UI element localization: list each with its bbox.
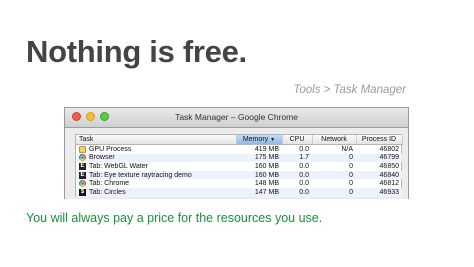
slide-title: Nothing is free. (26, 34, 247, 69)
slide: Nothing is free. Tools > Task Manager Ta… (0, 0, 474, 267)
task-name: GPU Process (89, 145, 132, 153)
cpu-cell: 1.7 (282, 153, 312, 163)
chrome-icon (79, 154, 86, 162)
task-table-container: Task Memory ▼ CPU Network Process ID GPU … (75, 134, 403, 197)
task-name: Tab: Circles (89, 188, 126, 196)
cpu-cell: 0.0 (282, 170, 312, 180)
table-row[interactable]: GPU Process 419 MB 0.0 N/A 46802 (76, 145, 402, 154)
column-header-task[interactable]: Task (76, 135, 237, 145)
network-cell: 0 (349, 162, 353, 170)
memory-cell: 148 MB (254, 180, 279, 188)
chrome-icon (79, 180, 86, 188)
task-table: Task Memory ▼ CPU Network Process ID GPU … (76, 135, 403, 197)
window-title: Task Manager – Google Chrome (175, 112, 298, 122)
pid-cell: 46802 (379, 145, 399, 153)
table-row[interactable]: $ Tab: Circles 147 MB 0.0 0 46933 (76, 187, 402, 197)
memory-cell: 175 MB (236, 153, 282, 163)
table-header-row: Task Memory ▼ CPU Network Process ID (76, 135, 403, 145)
network-cell: 0 (349, 180, 353, 188)
table-row[interactable]: E Tab: WebGL Water 160 MB 0.0 0 46850 (76, 162, 402, 171)
task-name: Tab: WebGL Water (89, 162, 148, 170)
column-header-memory-label: Memory (242, 136, 269, 143)
table-row[interactable]: Browser 175 MB 1.7 0 46799 (76, 153, 402, 163)
network-cell: N/A (341, 145, 353, 153)
sort-arrow-icon: ▼ (270, 137, 276, 143)
pid-cell: 46812 (379, 180, 399, 188)
pid-cell: 46840 (356, 170, 402, 180)
network-cell: 0 (312, 153, 356, 163)
puzzle-icon (79, 145, 86, 153)
cpu-cell: 0.0 (299, 145, 309, 153)
pid-cell: 46933 (356, 187, 402, 197)
task-name: Tab: Chrome (89, 180, 130, 188)
table-row[interactable]: E Tab: Eye texture raytracing demo 160 MB… (76, 170, 402, 180)
column-header-process-id[interactable]: Process ID (356, 135, 403, 145)
dollar-icon: $ (79, 188, 86, 196)
column-header-memory[interactable]: Memory ▼ (236, 135, 283, 145)
task-name: Tab: Eye texture raytracing demo (89, 171, 192, 179)
memory-cell: 147 MB (236, 187, 282, 197)
column-header-network[interactable]: Network (312, 135, 357, 145)
network-cell: 0 (312, 170, 356, 180)
pid-cell: 46799 (356, 153, 402, 163)
window-titlebar[interactable]: Task Manager – Google Chrome (65, 108, 408, 128)
webgl-icon: E (79, 162, 86, 170)
task-name: Browser (89, 154, 115, 162)
task-manager-window: Task Manager – Google Chrome Task Memory… (64, 107, 409, 199)
cpu-cell: 0.0 (282, 187, 312, 197)
memory-cell: 160 MB (236, 170, 282, 180)
memory-cell: 419 MB (254, 145, 279, 153)
cpu-cell: 0.0 (299, 180, 309, 188)
pid-cell: 46850 (379, 162, 399, 170)
table-row[interactable]: Tab: Chrome 148 MB 0.0 0 46812 (76, 179, 402, 188)
memory-cell: 160 MB (254, 162, 279, 170)
slide-caption: You will always pay a price for the reso… (26, 211, 323, 225)
column-header-cpu[interactable]: CPU (282, 135, 313, 145)
network-cell: 0 (312, 187, 356, 197)
webgl-icon: E (79, 171, 86, 179)
cpu-cell: 0.0 (299, 162, 309, 170)
breadcrumb: Tools > Task Manager (293, 84, 406, 96)
